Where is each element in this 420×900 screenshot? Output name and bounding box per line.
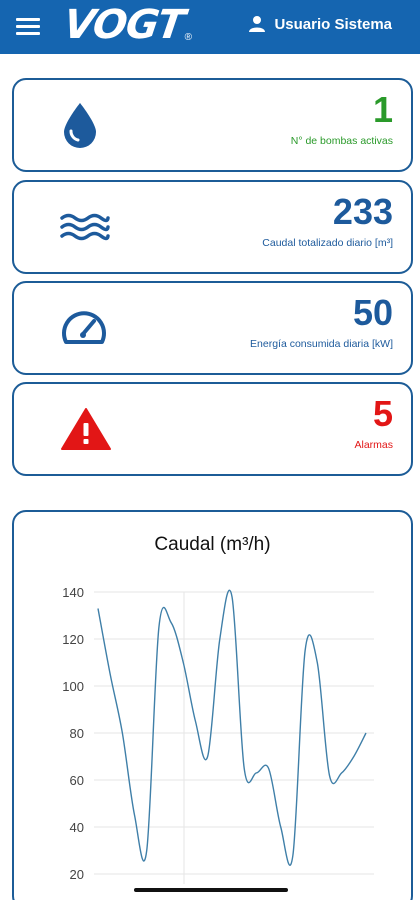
top-app-bar: VOGT ® Usuario Sistema bbox=[0, 0, 420, 54]
alarms-value: 5 bbox=[372, 393, 393, 434]
logo: VOGT ® bbox=[60, 2, 193, 48]
home-indicator[interactable] bbox=[134, 888, 288, 892]
logo-text: VOGT bbox=[60, 2, 187, 48]
waves-icon bbox=[60, 213, 110, 241]
active-pumps-value: 1 bbox=[372, 89, 393, 130]
user-icon bbox=[249, 16, 266, 32]
speedometer-icon bbox=[62, 311, 106, 344]
user-menu-button[interactable]: Usuario Sistema bbox=[248, 15, 392, 33]
daily-energy-card[interactable]: 50 Energía consumida diaria [kW] bbox=[12, 281, 413, 375]
y-tick-label: 60 bbox=[70, 773, 84, 788]
daily-flow-label: Caudal totalizado diario [m³] bbox=[262, 237, 393, 249]
y-tick-label: 80 bbox=[70, 726, 84, 741]
active-pumps-label: N° de bombas activas bbox=[290, 135, 393, 147]
water-drop-icon bbox=[64, 103, 96, 148]
active-pumps-card[interactable]: 1 N° de bombas activas bbox=[12, 78, 413, 172]
user-name: Usuario Sistema bbox=[274, 15, 392, 33]
flow-line-chart: 140 120 100 80 60 40 20 bbox=[62, 585, 374, 884]
alarms-card[interactable]: 5 Alarmas bbox=[12, 382, 413, 476]
warning-triangle-icon bbox=[61, 408, 111, 450]
y-tick-label: 20 bbox=[70, 867, 84, 882]
hamburger-menu-icon[interactable] bbox=[16, 15, 40, 37]
y-tick-label: 100 bbox=[62, 679, 84, 694]
daily-energy-value: 50 bbox=[352, 292, 393, 333]
y-tick-label: 40 bbox=[70, 820, 84, 835]
flow-series-line bbox=[97, 589, 367, 866]
daily-flow-card[interactable]: 233 Caudal totalizado diario [m³] bbox=[12, 180, 413, 274]
y-tick-label: 120 bbox=[62, 632, 84, 647]
alarms-label: Alarmas bbox=[354, 439, 393, 451]
flow-chart-card: Caudal (m³/h) 140 120 100 80 60 40 20 bbox=[12, 510, 413, 900]
daily-flow-value: 233 bbox=[332, 191, 393, 232]
y-tick-label: 140 bbox=[62, 585, 84, 600]
registered-mark: ® bbox=[184, 31, 193, 43]
daily-energy-label: Energía consumida diaria [kW] bbox=[250, 338, 393, 350]
